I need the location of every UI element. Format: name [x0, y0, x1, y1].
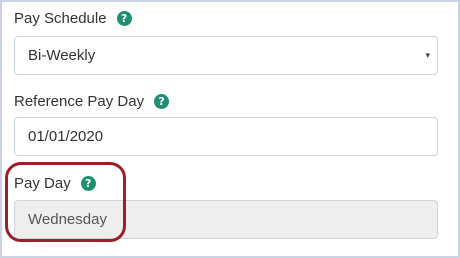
help-icon[interactable]: ? [116, 11, 132, 26]
reference-pay-day-value: 01/01/2020 [28, 128, 104, 145]
pay-schedule-select[interactable]: Bi-Weekly ▾ [14, 36, 438, 75]
pay-day-label: Pay Day ? [14, 175, 96, 192]
pay-schedule-value: Bi-Weekly [28, 47, 96, 64]
help-icon[interactable]: ? [154, 94, 170, 109]
pay-day-value: Wednesday [28, 211, 107, 228]
reference-pay-day-label: Reference Pay Day ? [14, 93, 170, 110]
help-icon[interactable]: ? [80, 176, 96, 191]
chevron-down-icon: ▾ [425, 50, 430, 61]
pay-schedule-label-text: Pay Schedule [14, 10, 107, 27]
pay-day-label-text: Pay Day [14, 175, 71, 192]
pay-schedule-label: Pay Schedule ? [14, 10, 132, 27]
pay-day-field: Wednesday [14, 200, 438, 239]
reference-pay-day-label-text: Reference Pay Day [14, 93, 145, 110]
reference-pay-day-input[interactable]: 01/01/2020 [14, 117, 438, 156]
